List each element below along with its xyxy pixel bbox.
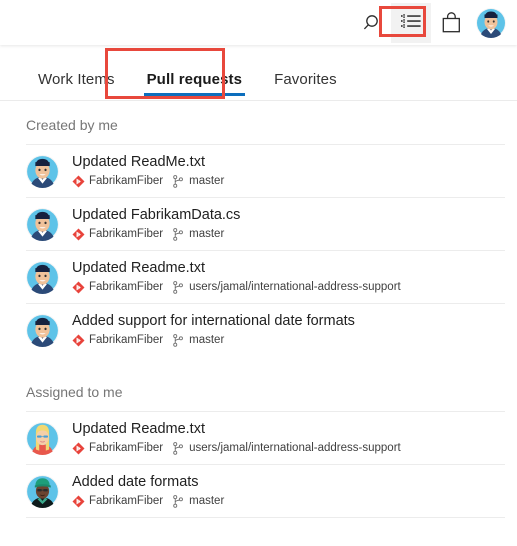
repository-info: FabrikamFiber <box>72 494 163 509</box>
branch-info: master <box>172 333 224 348</box>
my-work-feed-icon-button[interactable] <box>391 2 431 43</box>
branch-icon <box>173 495 184 508</box>
row-content: Updated FabrikamData.cs FabrikamFiber ma… <box>72 206 240 242</box>
search-icon <box>363 14 378 29</box>
pull-requests-list: Created by me Updated ReadMe.txt Fabrika… <box>0 101 517 546</box>
branch-name: users/jamal/international-address-suppor… <box>189 442 401 454</box>
pull-request-title: Added date formats <box>72 474 199 490</box>
feed-list-icon <box>401 13 421 28</box>
avatar <box>26 313 59 347</box>
repository-name: FabrikamFiber <box>89 228 164 240</box>
row-metadata: FabrikamFiber master <box>72 174 224 189</box>
repository-info: FabrikamFiber <box>72 227 163 242</box>
repo-icon <box>72 175 85 188</box>
avatar <box>26 207 59 241</box>
pull-request-title: Updated ReadMe.txt <box>72 154 205 170</box>
repository-name: FabrikamFiber <box>89 442 164 454</box>
pull-request-title: Added support for international date for… <box>72 313 355 329</box>
repository-info: FabrikamFiber <box>72 441 163 456</box>
branch-name: master <box>189 175 225 187</box>
repo-icon <box>72 281 85 294</box>
pull-request-title: Updated Readme.txt <box>72 260 205 276</box>
tab-bar: Work Items Pull requests Favorites <box>0 45 517 101</box>
repository-name: FabrikamFiber <box>89 334 164 346</box>
marketplace-bag-icon <box>442 12 460 33</box>
repo-icon <box>72 495 85 508</box>
row-metadata: FabrikamFiber users/jamal/international-… <box>72 280 401 295</box>
avatar <box>26 260 59 294</box>
table-row[interactable]: Updated FabrikamData.cs FabrikamFiber ma… <box>26 198 505 251</box>
group-title-created-by-me: Created by me <box>26 101 505 145</box>
repository-info: FabrikamFiber <box>72 174 163 189</box>
branch-icon <box>173 281 184 294</box>
avatar <box>26 421 59 455</box>
branch-info: users/jamal/international-address-suppor… <box>172 280 401 295</box>
row-content: Added support for international date for… <box>72 312 355 348</box>
pull-request-title: Updated FabrikamData.cs <box>72 207 241 223</box>
branch-icon <box>173 334 184 347</box>
branch-icon <box>173 442 184 455</box>
branch-info: users/jamal/international-address-suppor… <box>172 441 401 456</box>
branch-icon <box>173 175 184 188</box>
table-row[interactable]: Updated Readme.txt FabrikamFiber users/j… <box>26 412 505 465</box>
branch-info: master <box>172 227 224 242</box>
row-metadata: FabrikamFiber master <box>72 227 240 242</box>
repo-icon <box>72 228 85 241</box>
row-content: Added date formats FabrikamFiber master <box>72 473 224 509</box>
row-metadata: FabrikamFiber users/jamal/international-… <box>72 441 401 456</box>
branch-name: master <box>189 495 225 507</box>
row-content: Updated Readme.txt FabrikamFiber users/j… <box>72 420 401 456</box>
row-content: Updated Readme.txt FabrikamFiber users/j… <box>72 259 401 295</box>
repo-icon <box>72 442 85 455</box>
row-content: Updated ReadMe.txt FabrikamFiber master <box>72 153 224 189</box>
branch-info: master <box>172 494 224 509</box>
my-work-panel: Work Items Pull requests Favorites Creat… <box>0 0 517 546</box>
table-row[interactable]: Updated Readme.txt FabrikamFiber users/j… <box>26 251 505 304</box>
avatar <box>26 474 59 508</box>
table-row[interactable]: Added date formats FabrikamFiber master <box>26 465 505 518</box>
tab-pull-requests[interactable]: Pull requests <box>131 71 259 100</box>
repo-icon <box>72 334 85 347</box>
row-metadata: FabrikamFiber master <box>72 494 224 509</box>
pull-request-title: Updated Readme.txt <box>72 421 205 437</box>
user-profile-button[interactable] <box>471 3 511 43</box>
repository-name: FabrikamFiber <box>89 175 164 187</box>
branch-icon <box>173 228 184 241</box>
top-header-bar <box>0 0 517 45</box>
row-metadata: FabrikamFiber master <box>72 333 355 348</box>
repository-name: FabrikamFiber <box>89 281 164 293</box>
repository-name: FabrikamFiber <box>89 495 164 507</box>
table-row[interactable]: Added support for international date for… <box>26 304 505 356</box>
marketplace-icon-button[interactable] <box>431 3 471 43</box>
branch-name: master <box>189 334 225 346</box>
user-avatar-icon <box>476 7 506 38</box>
tab-work-items[interactable]: Work Items <box>22 71 131 100</box>
repository-info: FabrikamFiber <box>72 333 163 348</box>
repository-info: FabrikamFiber <box>72 280 163 295</box>
search-icon-button[interactable] <box>351 3 391 43</box>
table-row[interactable]: Updated ReadMe.txt FabrikamFiber master <box>26 145 505 198</box>
group-assigned-to-me: Assigned to me Updated Readme.txt Fabrik… <box>0 356 517 518</box>
group-created-by-me: Created by me Updated ReadMe.txt Fabrika… <box>0 101 517 356</box>
branch-name: users/jamal/international-address-suppor… <box>189 281 401 293</box>
branch-info: master <box>172 174 224 189</box>
tab-favorites[interactable]: Favorites <box>258 71 353 100</box>
avatar <box>26 154 59 188</box>
group-title-assigned-to-me: Assigned to me <box>26 356 505 412</box>
branch-name: master <box>189 228 225 240</box>
